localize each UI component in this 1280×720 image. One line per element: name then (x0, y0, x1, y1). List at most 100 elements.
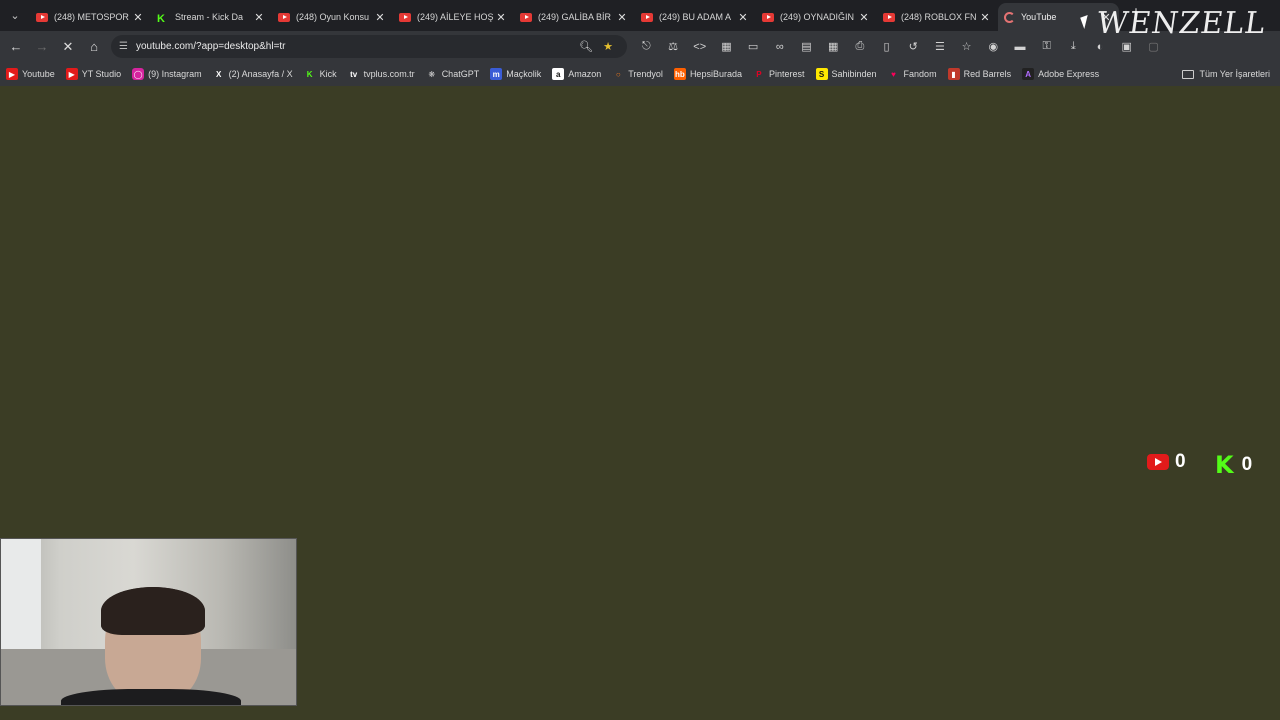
bookmark-yt-studio[interactable]: ▶ YT Studio (65, 68, 121, 80)
youtube-icon (278, 12, 290, 22)
tab-7[interactable]: (248) ROBLOX FN ✕ (877, 3, 998, 31)
bookmark-fandom[interactable]: ♥ Fandom (888, 68, 936, 80)
extension-toolbar: ⎋ ⚖ <> ▦ ▭ ∞ ▤ ▦ ⎙ ▯ ↺ ☰ ☆ ◉ ▬ ⚿ ⤓ ◐ ▣ ▢ (633, 35, 1167, 59)
youtube-icon (36, 12, 48, 22)
close-icon: ✕ (62, 38, 74, 54)
address-bar-url[interactable]: youtube.com/?app=desktop&hl=tr (136, 41, 575, 52)
folder-icon (1182, 69, 1195, 79)
chatgpt-icon: ❋ (428, 69, 436, 79)
bookmark-label: Kick (319, 69, 337, 79)
bookmark-mackolik[interactable]: m Maçkolik (490, 68, 541, 80)
bookmark-pinterest[interactable]: P Pinterest (753, 68, 805, 80)
bookmark-label: (9) Instagram (148, 69, 202, 79)
mackolik-icon: m (490, 68, 503, 80)
extensions-puzzle-icon[interactable]: ⎋ (633, 35, 660, 59)
home-icon: ⌂ (90, 39, 98, 54)
tab-title: (249) BU ADAM A (659, 12, 732, 22)
tab-2[interactable]: (248) Oyun Konsu ✕ (272, 3, 393, 31)
location-pin-icon[interactable]: ◉ (980, 35, 1007, 59)
tab-title: (249) GALİBA BİR (538, 12, 612, 22)
bookmark-instagram[interactable]: ◯ (9) Instagram (132, 68, 202, 80)
webcam-overlay (0, 538, 297, 706)
tab-5[interactable]: (249) BU ADAM A ✕ (635, 3, 756, 31)
bookmark-label: (2) Anasayfa / X (228, 69, 293, 79)
reader-icon[interactable]: ▤ (793, 35, 820, 59)
hepsiburada-icon: hb (673, 68, 686, 80)
youtube-icon: ▶ (6, 68, 18, 80)
all-bookmarks-button[interactable]: Tüm Yer İşaretleri (1182, 62, 1270, 86)
close-tab-icon[interactable]: ✕ (736, 11, 750, 24)
tvplus-icon: tv (350, 69, 358, 79)
tab-4[interactable]: (249) GALİBA BİR ✕ (514, 3, 635, 31)
bookmark-sahibinden[interactable]: S Sahibinden (815, 68, 877, 80)
tab-search-button[interactable]: ⌄ (0, 0, 30, 31)
back-button[interactable]: ← (3, 34, 29, 60)
close-tab-icon[interactable]: ✕ (978, 11, 992, 24)
trendyol-icon: ○ (615, 69, 621, 79)
tab-6[interactable]: (249) OYNADIĞIN ✕ (756, 3, 877, 31)
download-icon[interactable]: ⤓ (1060, 35, 1087, 59)
tab-title: (249) OYNADIĞIN (780, 12, 855, 22)
fandom-icon: ♥ (891, 69, 896, 79)
extension-icon-1[interactable]: ⚖ (660, 35, 687, 59)
youtube-icon: ▶ (65, 68, 78, 80)
trash-icon[interactable]: ▯ (873, 35, 900, 59)
list-icon[interactable]: ☰ (927, 35, 954, 59)
bookmark-chatgpt[interactable]: ❋ ChatGPT (426, 68, 479, 80)
kick-icon: K (1215, 451, 1234, 479)
bookmark-label: Adobe Express (1038, 69, 1100, 79)
bookmark-star-icon[interactable]: ★ (597, 40, 619, 53)
bookmark-label: Pinterest (768, 69, 805, 79)
code-icon[interactable]: <> (686, 35, 713, 59)
all-bookmarks-label: Tüm Yer İşaretleri (1199, 69, 1270, 79)
print-icon[interactable]: ⎙ (847, 35, 874, 59)
tab-3[interactable]: (249) AİLEYE HOŞ ✕ (393, 3, 514, 31)
responsive-icon[interactable]: ▭ (740, 35, 767, 59)
close-tab-icon[interactable]: ✕ (494, 11, 508, 24)
bookmark-amazon[interactable]: a Amazon (552, 68, 601, 80)
table-icon[interactable]: ▦ (713, 35, 740, 59)
tab-title: (248) ROBLOX FN (901, 12, 977, 22)
bookmark-adobe-express[interactable]: A Adobe Express (1022, 68, 1099, 80)
card-icon[interactable]: ▬ (1007, 35, 1034, 59)
key-icon[interactable]: ⚿ (1033, 35, 1060, 59)
star-outline-icon[interactable]: ☆ (953, 35, 980, 59)
address-bar[interactable]: ☰ youtube.com/?app=desktop&hl=tr 🔍︎ ★ (111, 35, 627, 58)
arrow-right-icon: → (35, 39, 49, 54)
youtube-icon (641, 12, 653, 22)
bookmark-label: Sahibinden (831, 69, 877, 79)
stop-loading-button[interactable]: ✕ (55, 34, 81, 60)
kick-count: 0 (1241, 454, 1253, 475)
close-tab-icon[interactable]: ✕ (615, 11, 629, 24)
home-button[interactable]: ⌂ (81, 34, 107, 60)
instagram-icon: ◯ (132, 68, 145, 80)
bookmark-kick[interactable]: K Kick (304, 68, 337, 80)
history-icon[interactable]: ↺ (900, 35, 927, 59)
zoom-icon[interactable]: 🔍︎ (575, 40, 597, 53)
bookmark-label: Maçkolik (506, 69, 542, 79)
bookmark-red-barrels[interactable]: ▮ Red Barrels (947, 68, 1011, 80)
tab-0[interactable]: (248) METOSPOR ✕ (30, 3, 151, 31)
grid-icon[interactable]: ▦ (820, 35, 847, 59)
bookmark-x[interactable]: X (2) Anasayfa / X (213, 68, 293, 80)
bookmark-youtube[interactable]: ▶ Youtube (6, 68, 55, 80)
link-icon[interactable]: ∞ (766, 35, 793, 59)
youtube-icon (1147, 454, 1169, 470)
bookmark-trendyol[interactable]: ○ Trendyol (612, 68, 663, 80)
youtube-icon (883, 12, 895, 22)
tab-1[interactable]: K Stream - Kick Da ✕ (151, 3, 272, 31)
close-tab-icon[interactable]: ✕ (373, 11, 387, 24)
close-tab-icon[interactable]: ✕ (857, 11, 871, 24)
loading-icon (1004, 11, 1015, 23)
tab-title: (248) METOSPOR (54, 12, 129, 22)
close-tab-icon[interactable]: ✕ (131, 11, 145, 24)
forward-button[interactable]: → (29, 34, 55, 60)
close-tab-icon[interactable]: ✕ (252, 11, 266, 24)
bookmark-tvplus[interactable]: tv tvplus.com.tr (348, 68, 415, 80)
bookmark-label: Youtube (22, 69, 55, 79)
kick-viewer-counter: K 0 (1215, 451, 1252, 479)
site-info-icon[interactable]: ☰ (119, 41, 128, 52)
bookmark-hepsiburada[interactable]: hb HepsiBurada (673, 68, 742, 80)
sahibinden-icon: S (815, 68, 828, 80)
browser-toolbar: ← → ✕ ⌂ ☰ youtube.com/?app=desktop&hl=tr… (0, 31, 1280, 62)
